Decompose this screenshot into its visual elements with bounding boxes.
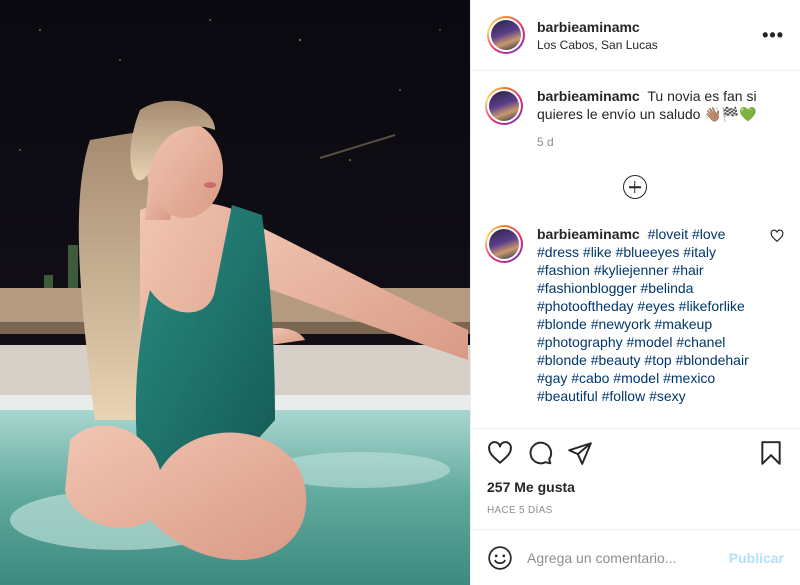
caption-avatar[interactable] <box>485 87 523 125</box>
post-date[interactable]: HACE 5 DÍAS <box>487 505 784 516</box>
instagram-post: barbieaminamc Los Cabos, San Lucas ••• b… <box>0 0 800 585</box>
comments-list[interactable]: barbieaminamc Tu novia es fan si quieres… <box>471 71 800 428</box>
comment-input[interactable] <box>527 549 729 566</box>
comment-icon[interactable] <box>527 440 553 466</box>
hashtag-comment: barbieaminamc #loveit #love #dress #like… <box>485 225 784 405</box>
avatar[interactable] <box>487 16 525 54</box>
post-username[interactable]: barbieaminamc <box>537 19 762 35</box>
share-icon[interactable] <box>567 440 593 466</box>
comment-username[interactable]: barbieaminamc <box>537 226 640 242</box>
photo-illustration <box>0 0 470 585</box>
post-actions: 257 Me gusta HACE 5 DÍAS <box>471 428 800 529</box>
more-dots-icon[interactable]: ••• <box>762 25 784 46</box>
comment-body: barbieaminamc #loveit #love #dress #like… <box>537 225 784 405</box>
bookmark-icon[interactable] <box>758 440 784 466</box>
caption-body: barbieaminamc Tu novia es fan si quieres… <box>537 87 784 151</box>
post-location[interactable]: Los Cabos, San Lucas <box>537 38 762 52</box>
comment-avatar[interactable] <box>485 225 523 263</box>
publish-button[interactable]: Publicar <box>729 550 784 566</box>
plus-circle-icon[interactable] <box>622 175 647 199</box>
post-photo[interactable] <box>0 0 470 585</box>
caption: barbieaminamc Tu novia es fan si quieres… <box>485 87 784 151</box>
add-comment-bar: Publicar <box>471 529 800 585</box>
post-header: barbieaminamc Los Cabos, San Lucas ••• <box>471 0 800 71</box>
action-icons <box>487 439 784 467</box>
header-text: barbieaminamc Los Cabos, San Lucas <box>537 19 762 52</box>
comment-hashtags[interactable]: #loveit #love #dress #like #blueeyes #it… <box>537 226 749 404</box>
caption-username[interactable]: barbieaminamc <box>537 88 640 104</box>
caption-age[interactable]: 5 d <box>537 133 766 151</box>
heart-icon[interactable] <box>487 440 513 466</box>
emoji-icon[interactable] <box>487 545 513 571</box>
likes-count[interactable]: 257 Me gusta <box>487 479 784 495</box>
comment-like-heart-icon[interactable] <box>770 229 784 243</box>
post-side-panel: barbieaminamc Los Cabos, San Lucas ••• b… <box>470 0 800 585</box>
avatar-image <box>491 20 521 50</box>
